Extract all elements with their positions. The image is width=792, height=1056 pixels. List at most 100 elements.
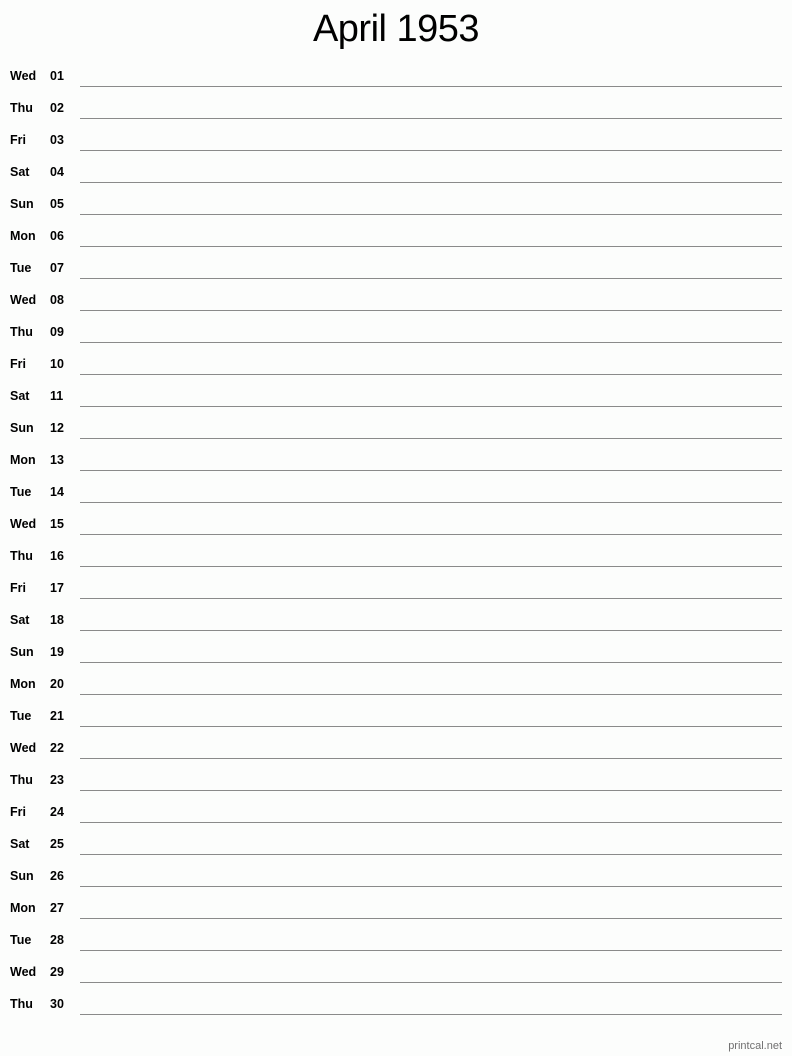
writing-line bbox=[80, 342, 782, 343]
writing-line bbox=[80, 310, 782, 311]
writing-line bbox=[80, 566, 782, 567]
weekday-label: Fri bbox=[10, 581, 26, 595]
writing-line bbox=[80, 1014, 782, 1015]
day-row: Tue 14 bbox=[0, 476, 792, 508]
writing-line bbox=[80, 118, 782, 119]
day-number: 11 bbox=[50, 389, 64, 403]
day-row: Thu 23 bbox=[0, 764, 792, 796]
day-number: 29 bbox=[50, 965, 64, 979]
weekday-label: Sat bbox=[10, 613, 30, 627]
day-row: Thu 02 bbox=[0, 92, 792, 124]
day-number: 19 bbox=[50, 645, 64, 659]
day-number: 27 bbox=[50, 901, 64, 915]
day-row: Thu 30 bbox=[0, 988, 792, 1020]
writing-line bbox=[80, 438, 782, 439]
day-number: 22 bbox=[50, 741, 64, 755]
day-number: 26 bbox=[50, 869, 64, 883]
weekday-label: Wed bbox=[10, 517, 37, 531]
day-row: Tue 21 bbox=[0, 700, 792, 732]
weekday-label: Tue bbox=[10, 485, 32, 499]
day-number: 25 bbox=[50, 837, 64, 851]
day-row: Wed 22 bbox=[0, 732, 792, 764]
weekday-label: Fri bbox=[10, 805, 26, 819]
day-row: Sun 05 bbox=[0, 188, 792, 220]
day-number: 23 bbox=[50, 773, 64, 787]
day-number: 21 bbox=[50, 709, 64, 723]
day-number: 24 bbox=[50, 805, 64, 819]
day-number: 10 bbox=[50, 357, 64, 371]
weekday-label: Mon bbox=[10, 677, 36, 691]
writing-line bbox=[80, 726, 782, 727]
day-list: Wed 01 Thu 02 Fri 03 Sat 04 Sun 05 Mon 06 Tue 07 Wed 08… bbox=[0, 60, 792, 1020]
writing-line bbox=[80, 502, 782, 503]
day-number: 18 bbox=[50, 613, 64, 627]
day-number: 07 bbox=[50, 261, 64, 275]
day-number: 09 bbox=[50, 325, 64, 339]
day-number: 06 bbox=[50, 229, 64, 243]
writing-line bbox=[80, 854, 782, 855]
writing-line bbox=[80, 950, 782, 951]
writing-line bbox=[80, 662, 782, 663]
weekday-label: Wed bbox=[10, 741, 37, 755]
weekday-label: Sun bbox=[10, 645, 34, 659]
day-number: 28 bbox=[50, 933, 64, 947]
weekday-label: Thu bbox=[10, 997, 33, 1011]
weekday-label: Thu bbox=[10, 325, 33, 339]
day-number: 02 bbox=[50, 101, 64, 115]
day-row: Mon 06 bbox=[0, 220, 792, 252]
day-row: Fri 03 bbox=[0, 124, 792, 156]
writing-line bbox=[80, 374, 782, 375]
weekday-label: Sun bbox=[10, 421, 34, 435]
weekday-label: Wed bbox=[10, 965, 37, 979]
weekday-label: Sat bbox=[10, 165, 30, 179]
writing-line bbox=[80, 406, 782, 407]
day-row: Sat 25 bbox=[0, 828, 792, 860]
writing-line bbox=[80, 982, 782, 983]
day-row: Wed 15 bbox=[0, 508, 792, 540]
weekday-label: Fri bbox=[10, 357, 26, 371]
weekday-label: Tue bbox=[10, 933, 32, 947]
writing-line bbox=[80, 694, 782, 695]
day-number: 15 bbox=[50, 517, 64, 531]
weekday-label: Mon bbox=[10, 901, 36, 915]
day-number: 13 bbox=[50, 453, 64, 467]
weekday-label: Sun bbox=[10, 197, 34, 211]
day-row: Sun 12 bbox=[0, 412, 792, 444]
day-number: 17 bbox=[50, 581, 64, 595]
weekday-label: Tue bbox=[10, 261, 32, 275]
writing-line bbox=[80, 470, 782, 471]
weekday-label: Mon bbox=[10, 453, 36, 467]
day-row: Sun 19 bbox=[0, 636, 792, 668]
writing-line bbox=[80, 534, 782, 535]
day-row: Fri 24 bbox=[0, 796, 792, 828]
day-row: Wed 08 bbox=[0, 284, 792, 316]
footer-credit: printcal.net bbox=[728, 1040, 782, 1052]
weekday-label: Sat bbox=[10, 837, 30, 851]
day-row: Thu 16 bbox=[0, 540, 792, 572]
day-row: Mon 20 bbox=[0, 668, 792, 700]
day-row: Sat 11 bbox=[0, 380, 792, 412]
day-number: 05 bbox=[50, 197, 64, 211]
day-row: Thu 09 bbox=[0, 316, 792, 348]
day-number: 03 bbox=[50, 133, 64, 147]
day-number: 30 bbox=[50, 997, 64, 1011]
day-number: 01 bbox=[50, 69, 64, 83]
day-row: Fri 10 bbox=[0, 348, 792, 380]
day-row: Sat 18 bbox=[0, 604, 792, 636]
weekday-label: Wed bbox=[10, 293, 37, 307]
day-row: Wed 29 bbox=[0, 956, 792, 988]
page-title: April 1953 bbox=[312, 8, 480, 50]
day-row: Tue 07 bbox=[0, 252, 792, 284]
writing-line bbox=[80, 150, 782, 151]
writing-line bbox=[80, 886, 782, 887]
writing-line bbox=[80, 214, 782, 215]
day-number: 08 bbox=[50, 293, 64, 307]
writing-line bbox=[80, 598, 782, 599]
writing-line bbox=[80, 918, 782, 919]
day-row: Sat 04 bbox=[0, 156, 792, 188]
day-row: Mon 27 bbox=[0, 892, 792, 924]
writing-line bbox=[80, 86, 782, 87]
writing-line bbox=[80, 758, 782, 759]
weekday-label: Sat bbox=[10, 389, 30, 403]
day-row: Sun 26 bbox=[0, 860, 792, 892]
